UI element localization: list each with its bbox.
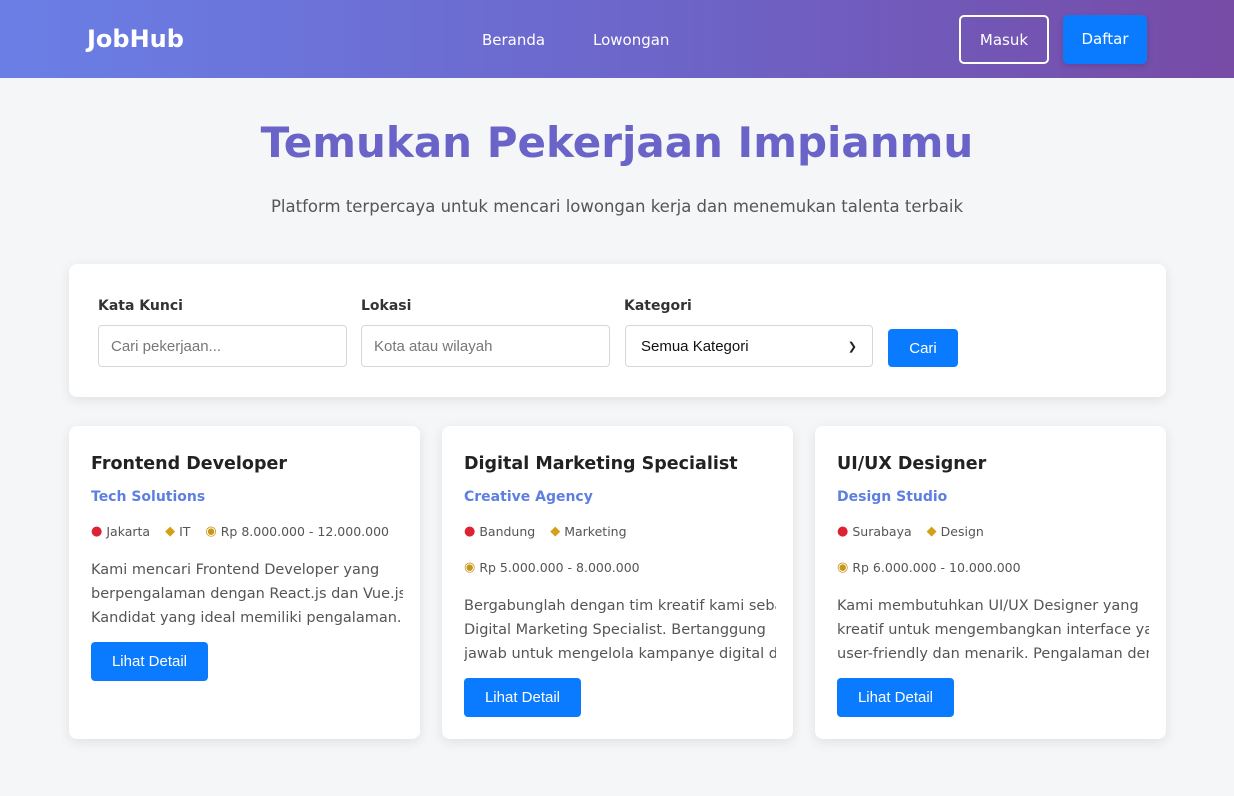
- login-button[interactable]: Masuk: [959, 15, 1049, 64]
- job-location: ● Jakarta: [91, 524, 150, 539]
- job-title: Digital Marketing Specialist: [464, 454, 738, 474]
- search-form: Kata Kunci Cari pekerjaan... Lokasi Kota…: [69, 264, 1166, 397]
- keyword-label: Kata Kunci: [98, 298, 183, 314]
- job-card: Frontend Developer Tech Solutions ● Jaka…: [69, 426, 420, 739]
- job-location-text: Jakarta: [106, 524, 151, 539]
- category-select[interactable]: Semua Kategori ❯: [625, 325, 873, 367]
- job-meta: ● Surabaya ◆ Design: [837, 524, 999, 539]
- view-detail-button[interactable]: Lihat Detail: [91, 642, 208, 681]
- location-input[interactable]: Kota atau wilayah: [361, 325, 610, 367]
- job-card: UI/UX Designer Design Studio ● Surabaya …: [815, 426, 1166, 739]
- job-description: Kami mencari Frontend Developer yang ber…: [91, 558, 403, 630]
- register-button[interactable]: Daftar: [1063, 15, 1147, 64]
- job-salary-text: Rp 8.000.000 - 12.000.000: [220, 524, 389, 539]
- desc-line: Digital Marketing Specialist. Bertanggun…: [464, 622, 766, 638]
- job-category: ◆ Marketing: [550, 524, 626, 539]
- job-meta: ● Jakarta ◆ IT ◉ Rp 8.000.000 - 12.000.0…: [91, 524, 404, 539]
- desc-line: Kandidat yang ideal memiliki pengalaman.…: [91, 610, 403, 626]
- view-detail-button[interactable]: Lihat Detail: [837, 678, 954, 717]
- money-bag-icon: ◉: [464, 560, 476, 575]
- job-category-text: Marketing: [564, 524, 627, 539]
- hero-subtitle: Platform terpercaya untuk mencari lowong…: [270, 197, 964, 216]
- job-location-text: Bandung: [479, 524, 536, 539]
- job-meta: ◉ Rp 5.000.000 - 8.000.000: [464, 560, 655, 575]
- brand-logo[interactable]: JobHub: [87, 25, 184, 53]
- desc-line: Kami mencari Frontend Developer yang: [91, 562, 380, 578]
- job-category-text: IT: [179, 524, 191, 539]
- job-location: ● Surabaya: [837, 524, 912, 539]
- nav-link-beranda[interactable]: Beranda: [482, 31, 545, 49]
- job-meta: ◉ Rp 6.000.000 - 10.000.000: [837, 560, 1036, 575]
- location-pin-icon: ●: [91, 524, 103, 539]
- job-category: ◆ Design: [927, 524, 984, 539]
- tag-icon: ◆: [926, 524, 937, 539]
- job-company: Tech Solutions: [91, 489, 206, 505]
- desc-line: Kami membutuhkan UI/UX Designer yang: [837, 598, 1139, 614]
- desc-line: jawab untuk mengelola kampanye digital d…: [464, 646, 776, 662]
- tag-icon: ◆: [550, 524, 561, 539]
- desc-line: user-friendly dan menarik. Pengalaman de…: [837, 646, 1149, 662]
- category-selected-value: Semua Kategori: [641, 337, 749, 355]
- money-bag-icon: ◉: [837, 560, 849, 575]
- job-location: ● Bandung: [464, 524, 535, 539]
- money-bag-icon: ◉: [205, 524, 217, 539]
- job-company: Creative Agency: [464, 489, 593, 505]
- search-button[interactable]: Cari: [888, 329, 958, 367]
- hero-title: Temukan Pekerjaan Impianmu: [260, 118, 974, 167]
- location-pin-icon: ●: [837, 524, 849, 539]
- desc-line: kreatif untuk mengembangkan interface ya…: [837, 622, 1149, 638]
- job-card: Digital Marketing Specialist Creative Ag…: [442, 426, 793, 739]
- view-detail-button[interactable]: Lihat Detail: [464, 678, 581, 717]
- tag-icon: ◆: [165, 524, 176, 539]
- category-label: Kategori: [624, 298, 692, 314]
- location-label: Lokasi: [361, 298, 412, 314]
- job-description: Kami membutuhkan UI/UX Designer yang kre…: [837, 594, 1149, 666]
- chevron-down-icon: ❯: [847, 340, 857, 353]
- desc-line: Bergabunglah dengan tim kreatif kami seb…: [464, 598, 776, 614]
- job-salary: ◉ Rp 8.000.000 - 12.000.000: [205, 524, 389, 539]
- job-title: UI/UX Designer: [837, 454, 987, 474]
- job-salary: ◉ Rp 6.000.000 - 10.000.000: [837, 560, 1021, 575]
- job-description: Bergabunglah dengan tim kreatif kami seb…: [464, 594, 776, 666]
- job-salary-text: Rp 6.000.000 - 10.000.000: [852, 560, 1021, 575]
- job-category: ◆ IT: [165, 524, 190, 539]
- job-location-text: Surabaya: [852, 524, 912, 539]
- navbar: JobHub Beranda Lowongan Masuk Daftar: [0, 0, 1234, 78]
- location-pin-icon: ●: [464, 524, 476, 539]
- job-salary: ◉ Rp 5.000.000 - 8.000.000: [464, 560, 640, 575]
- keyword-input[interactable]: Cari pekerjaan...: [98, 325, 347, 367]
- nav-link-lowongan[interactable]: Lowongan: [593, 31, 669, 49]
- desc-line: berpengalaman dengan React.js dan Vue.js…: [91, 586, 403, 602]
- job-category-text: Design: [940, 524, 984, 539]
- job-meta: ● Bandung ◆ Marketing: [464, 524, 642, 539]
- job-salary-text: Rp 5.000.000 - 8.000.000: [479, 560, 640, 575]
- job-company: Design Studio: [837, 489, 948, 505]
- job-title: Frontend Developer: [91, 454, 287, 474]
